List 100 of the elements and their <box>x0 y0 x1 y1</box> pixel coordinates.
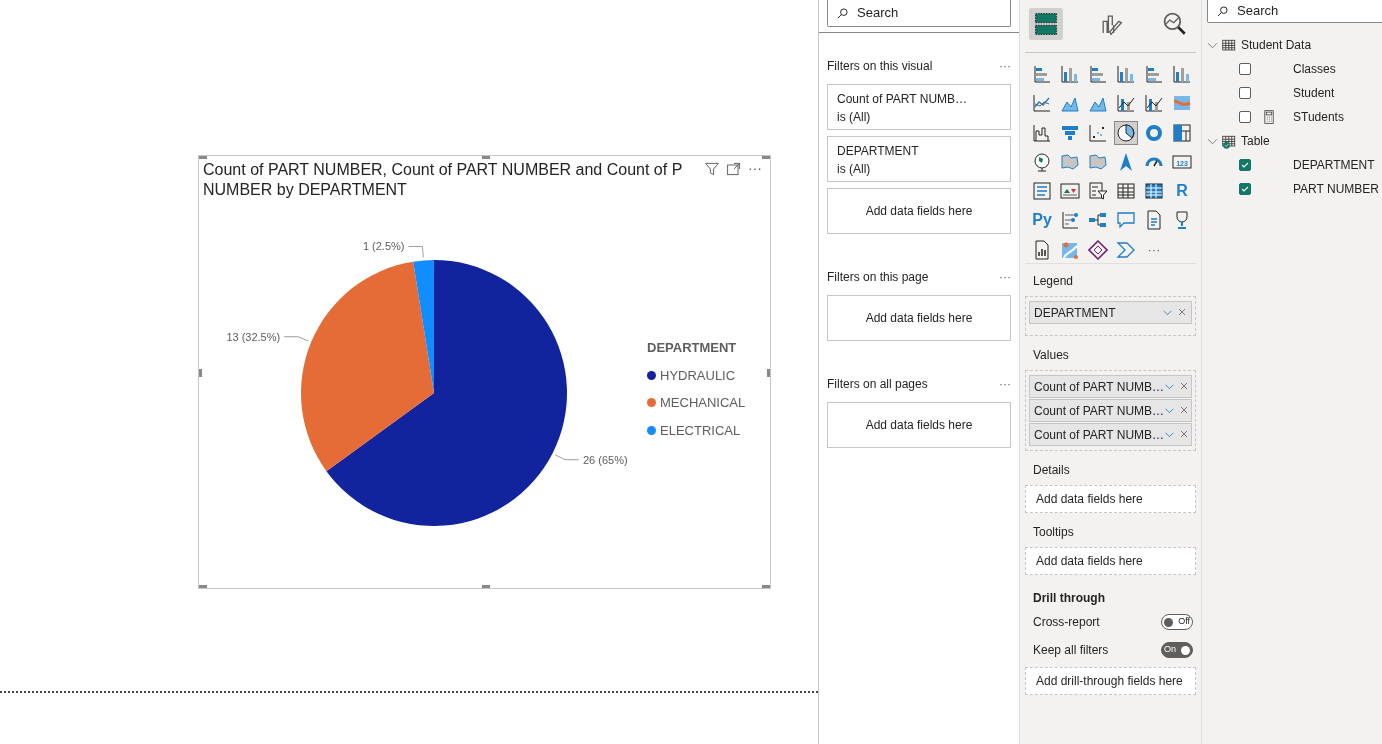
resize-handle[interactable] <box>199 585 207 588</box>
leader-line <box>554 454 580 461</box>
field-pill[interactable]: Count of PART NUMB… <box>1029 375 1192 398</box>
bar-chart-icon <box>1032 64 1052 84</box>
close-icon[interactable] <box>1179 405 1190 415</box>
combo-chart-icon <box>1116 93 1136 114</box>
table-icon <box>1222 133 1237 149</box>
magnifier-icon <box>1162 11 1188 37</box>
filter-condition: is (All) <box>837 109 872 126</box>
field-pill[interactable]: Count of PART NUMB… <box>1029 399 1192 422</box>
more-visuals-button[interactable]: ··· <box>1142 237 1166 262</box>
scatter-chart-icon <box>1088 122 1108 143</box>
resize-handle[interactable] <box>482 156 490 159</box>
checkbox[interactable] <box>1239 87 1251 99</box>
field-name[interactable]: STudents <box>1293 108 1344 126</box>
more-options-button[interactable]: ··· <box>999 57 1011 75</box>
waterfall-chart-icon <box>1032 122 1052 143</box>
pie-slice[interactable] <box>326 260 567 526</box>
close-icon[interactable] <box>1179 429 1190 439</box>
more-options-button[interactable]: ··· <box>999 268 1011 286</box>
resize-handle[interactable] <box>199 369 202 377</box>
checkbox[interactable] <box>1239 63 1251 75</box>
filter-field: Count of PART NUMB… <box>837 90 1001 108</box>
drop-zone[interactable]: Add data fields here <box>827 402 1011 448</box>
filter-icon[interactable] <box>704 160 720 177</box>
search-box[interactable]: Search <box>1207 0 1382 23</box>
toggle-label: Keep all filters <box>1033 642 1109 659</box>
toggle-switch[interactable]: On <box>1161 642 1193 658</box>
checkbox[interactable] <box>1239 183 1251 195</box>
visual-frame[interactable]: Count of PART NUMBER, Count of PART NUMBER and Count of P NUMBER by DEPARTMENT ··· 26 (65%) 13 (32.5%) 1 (2.5%) DEPARTMENT HYDRAULIC MECHANICAL ELECTRICAL <box>198 155 771 589</box>
calculator-icon <box>1262 109 1276 125</box>
drop-zone[interactable]: Add data fields here <box>827 188 1011 234</box>
drop-zone[interactable]: Add data fields here <box>1025 547 1196 575</box>
pie-chart-icon <box>1116 122 1136 143</box>
section-heading: Filters on this page <box>827 269 929 286</box>
line-chart-icon <box>1032 93 1052 114</box>
combo-chart-icon <box>1144 93 1164 114</box>
multi-row-card-icon-icon <box>1032 181 1052 202</box>
table-icon <box>1033 11 1059 37</box>
visual-type-button[interactable]: R <box>1170 179 1194 204</box>
field-name[interactable]: Student <box>1293 84 1335 102</box>
search-input[interactable]: Search <box>857 3 977 23</box>
checkbox[interactable] <box>1239 159 1251 171</box>
close-icon[interactable] <box>1177 307 1187 317</box>
expand-icon[interactable] <box>726 160 742 177</box>
table-name[interactable]: Student Data <box>1241 36 1312 54</box>
more-options-button[interactable]: ··· <box>999 375 1011 393</box>
drop-zone[interactable]: Add data fields here <box>827 295 1011 341</box>
resize-handle[interactable] <box>199 156 207 159</box>
influencers-icon-icon <box>1060 210 1080 231</box>
resize-handle[interactable] <box>762 585 770 588</box>
field-pill[interactable]: DEPARTMENT <box>1029 301 1192 324</box>
legend-label: ELECTRICAL <box>660 421 741 440</box>
table-name[interactable]: Table <box>1241 132 1270 150</box>
donut-chart-icon <box>1144 122 1164 143</box>
field-name[interactable]: PART NUMBER <box>1293 180 1379 198</box>
matrix-icon-icon <box>1144 181 1164 202</box>
field-pill[interactable]: Count of PART NUMB… <box>1029 423 1192 446</box>
column-chart-icon <box>1060 64 1080 84</box>
drop-zone[interactable]: Add drill-through fields here <box>1025 667 1196 695</box>
filter-condition: is (All) <box>837 161 872 178</box>
search-icon <box>836 6 849 20</box>
drop-zone[interactable]: Add data fields here <box>1025 485 1196 513</box>
filter-card[interactable]: DEPARTMENT is (All) <box>827 136 1011 182</box>
bar-chart-icon <box>1144 64 1164 84</box>
more-options-button[interactable]: ··· <box>748 158 762 179</box>
resize-handle[interactable] <box>762 156 770 159</box>
pie-slice[interactable] <box>301 261 434 472</box>
filter-field: DEPARTMENT <box>837 142 1001 160</box>
search-input[interactable]: Search <box>1237 1 1357 21</box>
resize-handle[interactable] <box>767 369 770 377</box>
field-name[interactable]: DEPARTMENT <box>1293 156 1375 174</box>
close-icon[interactable] <box>1179 381 1190 391</box>
legend-title: DEPARTMENT <box>647 339 738 357</box>
toggle-label: Cross-report <box>1033 614 1100 631</box>
pane-tab[interactable] <box>1029 8 1063 40</box>
column-chart-icon <box>1116 64 1136 84</box>
map-icon-icon <box>1088 151 1108 172</box>
kpi-icon-icon <box>1060 181 1080 202</box>
legend-label: HYDRAULIC <box>660 366 736 385</box>
legend-label: MECHANICAL <box>660 394 746 412</box>
data-label: 26 (65%) <box>583 453 628 466</box>
filter-card[interactable]: Count of PART NUMB… is (All) <box>827 84 1011 130</box>
search-box[interactable]: Search <box>827 0 1011 27</box>
field-name: DEPARTMENT <box>1034 304 1116 322</box>
field-name[interactable]: Classes <box>1293 60 1336 78</box>
toggle-switch[interactable]: Off <box>1161 614 1193 630</box>
globe-icon-icon <box>1032 151 1052 172</box>
leader-line <box>407 245 424 258</box>
search-icon <box>1216 4 1229 18</box>
table-icon-icon <box>1116 181 1136 202</box>
visual-type-button[interactable]: Py <box>1030 208 1054 233</box>
diamond-icon-button[interactable] <box>1086 237 1110 262</box>
section-heading: Filters on all pages <box>827 376 928 393</box>
document-icon-icon <box>1144 210 1164 231</box>
checkbox[interactable] <box>1239 111 1251 123</box>
report-icon-icon <box>1032 239 1052 260</box>
column-chart-icon <box>1172 64 1192 84</box>
resize-handle[interactable] <box>482 585 490 588</box>
pie-chart-button[interactable] <box>1114 120 1138 145</box>
